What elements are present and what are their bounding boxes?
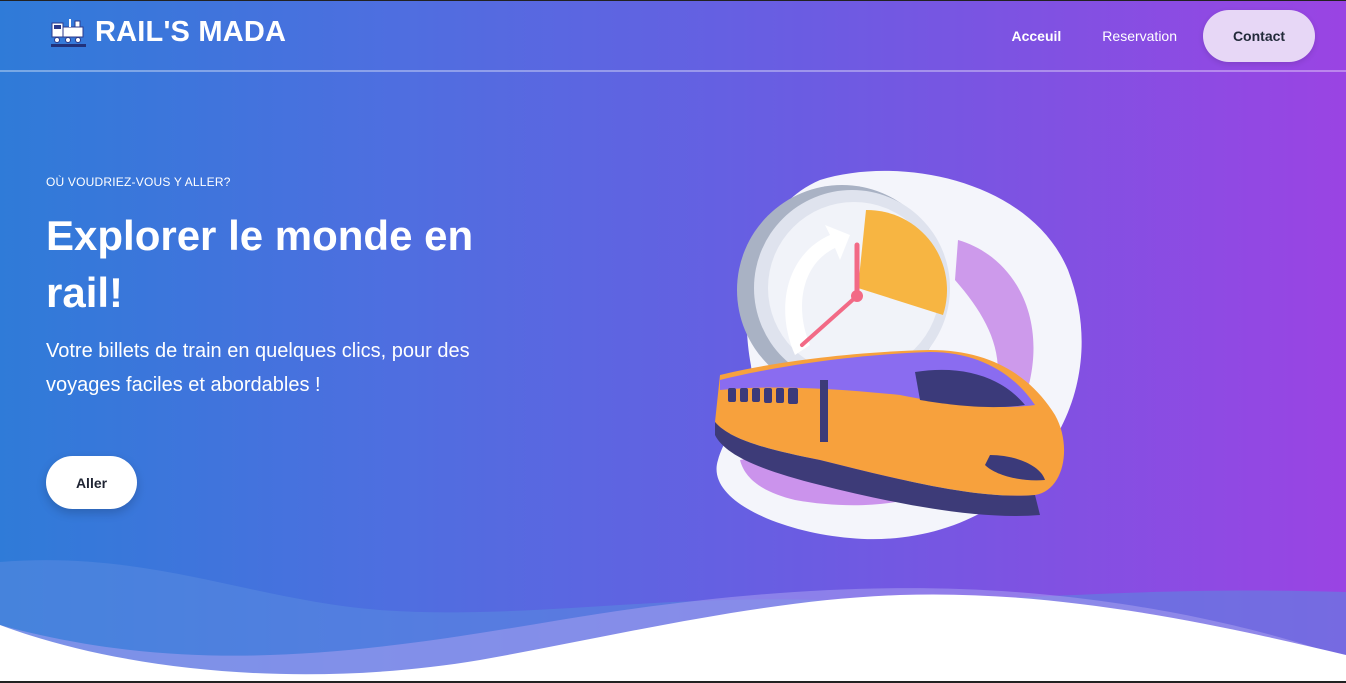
brand[interactable]: RAIL'S MADA [51,16,286,49]
hero-section: OÙ VOUDRIEZ-VOUS Y ALLER? Explorer le mo… [46,170,566,402]
aller-button[interactable]: Aller [46,456,137,509]
nav-link-acceuil[interactable]: Acceuil [1011,28,1061,44]
train-logo-icon [51,18,86,47]
navbar: RAIL'S MADA Acceuil Reservation Contact [0,0,1346,72]
nav-link-reservation[interactable]: Reservation [1102,28,1177,44]
hero-headline: Explorer le monde en rail! [46,212,474,316]
contact-button[interactable]: Contact [1203,10,1315,62]
nav-links: Acceuil Reservation Contact [1011,10,1315,62]
hero-eyebrow: OÙ VOUDRIEZ-VOUS Y ALLER? [46,175,231,189]
hero-subtitle: Votre billets de train en quelques clics… [46,340,470,396]
page: RAIL'S MADA Acceuil Reservation Contact … [0,0,1346,683]
train-clock-illustration [715,170,1082,540]
wave-decoration [0,560,1346,683]
brand-name: RAIL'S MADA [95,16,287,48]
